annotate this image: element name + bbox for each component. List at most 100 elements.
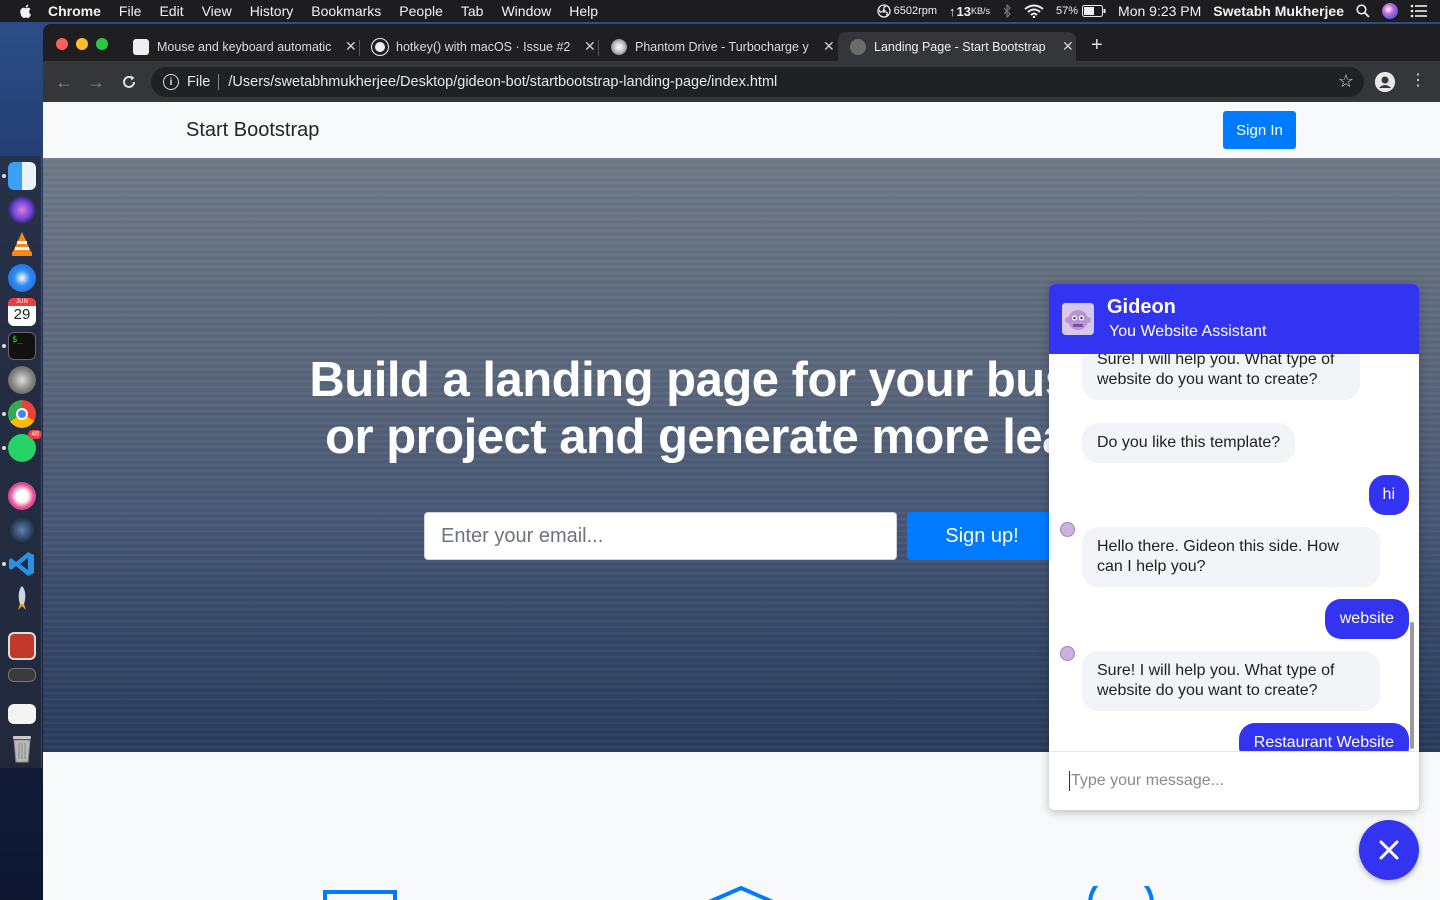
battery-percent: 57% [1056,5,1079,17]
url-text: /Users/swetabhmukherjee/Desktop/gideon-b… [228,74,778,90]
tab-mouse-keyboard[interactable]: Mouse and keyboard automatic ✕ [121,32,359,61]
upload-arrow-icon: ↑ [949,3,956,19]
tab-strip: Mouse and keyboard automatic ✕ hotkey() … [43,24,1440,61]
bot-message: Do you like this template? [1082,423,1296,463]
chat-close-button[interactable] [1359,820,1419,880]
monitor-icon [323,890,397,900]
tab-close-icon[interactable]: ✕ [584,38,596,55]
menu-edit[interactable]: Edit [159,3,183,19]
tab-close-icon[interactable]: ✕ [1062,38,1074,55]
steam-icon[interactable] [8,516,36,544]
whatsapp-badge: 48 [28,430,42,439]
tab-title: Phantom Drive - Turbocharge y [635,39,809,54]
chat-widget: Gideon You Website Assistant Sure! I wil… [1049,284,1419,810]
apple-menu-icon[interactable] [18,3,34,19]
finder-icon[interactable] [8,162,36,190]
chat-scrollbar[interactable] [1410,622,1414,749]
close-icon [1379,840,1399,860]
itunes-icon[interactable] [8,482,36,510]
menu-file[interactable]: File [119,3,142,19]
minimized-window-icon[interactable] [8,668,36,682]
battery-status[interactable]: 57% [1056,5,1106,17]
check-circle-icon [1088,886,1154,900]
back-arrow-icon[interactable]: ← [53,71,75,93]
chat-messages[interactable]: Sure! I will help you. What type of webs… [1049,354,1419,751]
launchpad-rocket-icon[interactable] [8,584,36,612]
clock[interactable]: Mon 9:23 PM [1118,3,1201,19]
menu-tab[interactable]: Tab [461,3,484,19]
menu-people[interactable]: People [399,3,443,19]
dock-running-indicator [2,446,6,450]
close-window-button[interactable] [56,38,68,50]
user-name[interactable]: Swetabh Mukherjee [1213,3,1344,19]
tab-github-issue[interactable]: hotkey() with macOS · Issue #2 ✕ [360,32,598,61]
chat-message-input[interactable]: Type your message... [1049,751,1419,810]
bot-name: Gideon [1107,296,1176,318]
menu-help[interactable]: Help [569,3,598,19]
tab-close-icon[interactable]: ✕ [823,38,835,55]
dock-running-indicator [2,562,6,566]
menu-view[interactable]: View [202,3,232,19]
globe-icon [850,38,866,55]
siri-icon[interactable] [1382,3,1398,19]
vscode-icon[interactable] [8,550,36,578]
maximize-window-button[interactable] [96,38,108,50]
address-separator [218,74,220,90]
menu-app-name[interactable]: Chrome [48,3,101,19]
forward-arrow-icon[interactable]: → [85,71,107,93]
new-tab-icon[interactable]: + [1091,34,1103,57]
calendar-icon[interactable]: JUN 29 [8,298,36,326]
network-status[interactable]: ↑ 13 KB/s [949,4,990,19]
whatsapp-icon[interactable]: 48 [8,430,42,462]
bluetooth-icon[interactable] [1002,4,1012,18]
trash-icon[interactable] [8,734,36,763]
notification-center-icon[interactable] [1410,4,1428,18]
photo-booth-icon[interactable] [8,632,36,660]
system-preferences-icon[interactable] [8,366,36,394]
tab-phantom-drive[interactable]: Phantom Drive - Turbocharge y ✕ [599,32,837,61]
tab-landing-page[interactable]: Landing Page - Start Bootstrap ✕ [838,32,1076,61]
terminal-icon[interactable]: $_ [8,332,36,360]
layers-icon [708,886,774,900]
email-input[interactable]: Enter your email... [424,512,897,560]
brand-link[interactable]: Start Bootstrap [186,119,319,142]
bot-message: Sure! I will help you. What type of webs… [1082,651,1380,711]
wifi-icon[interactable] [1024,4,1044,18]
more-menu-icon[interactable]: ⋮ [1410,70,1426,90]
spotlight-search-icon[interactable] [1356,4,1370,18]
sign-in-button[interactable]: Sign In [1223,111,1296,149]
address-bar[interactable]: i File /Users/swetabhmukherjee/Desktop/g… [151,67,1364,97]
menu-bookmarks[interactable]: Bookmarks [311,3,381,19]
github-icon [372,38,388,55]
fan-speed: 6502rpm [893,5,938,17]
siri-dock-icon[interactable] [8,196,36,224]
dock-running-indicator [2,412,6,416]
minimized-chrome-window-icon[interactable] [8,704,36,724]
sign-up-button[interactable]: Sign up! [907,512,1057,560]
bookmark-star-icon[interactable]: ☆ [1338,71,1354,92]
minimize-window-button[interactable] [76,38,88,50]
reload-icon[interactable] [118,71,140,93]
dock-running-indicator [2,344,6,348]
menu-history[interactable]: History [250,3,294,19]
bot-message: Hello there. Gideon this side. How can I… [1082,527,1380,587]
fan-icon [876,4,891,18]
scheme-label: File [187,74,211,90]
browser-toolbar: ← → i File /Users/swetabhmukherjee/Deskt… [43,61,1440,102]
bot-mini-avatar-icon [1060,522,1075,537]
dock: JUN 29 $_ 48 [0,156,42,768]
site-info-icon[interactable]: i [163,74,179,90]
tab-title: Landing Page - Start Bootstrap [874,39,1046,54]
network-unit: KB/s [970,6,990,16]
user-message: Restaurant Website [1238,723,1409,751]
fan-status[interactable]: 6502rpm [876,4,938,18]
profile-avatar-icon[interactable] [1375,72,1395,92]
tab-close-icon[interactable]: ✕ [345,38,357,55]
safari-icon[interactable] [8,264,36,292]
menu-bar: Chrome File Edit View History Bookmarks … [0,0,1440,22]
menu-window[interactable]: Window [501,3,551,19]
dock-running-indicator [2,174,6,178]
bot-message: Sure! I will help you. What type of webs… [1082,354,1360,400]
chrome-icon[interactable] [8,400,36,428]
vlc-icon[interactable] [8,230,36,258]
